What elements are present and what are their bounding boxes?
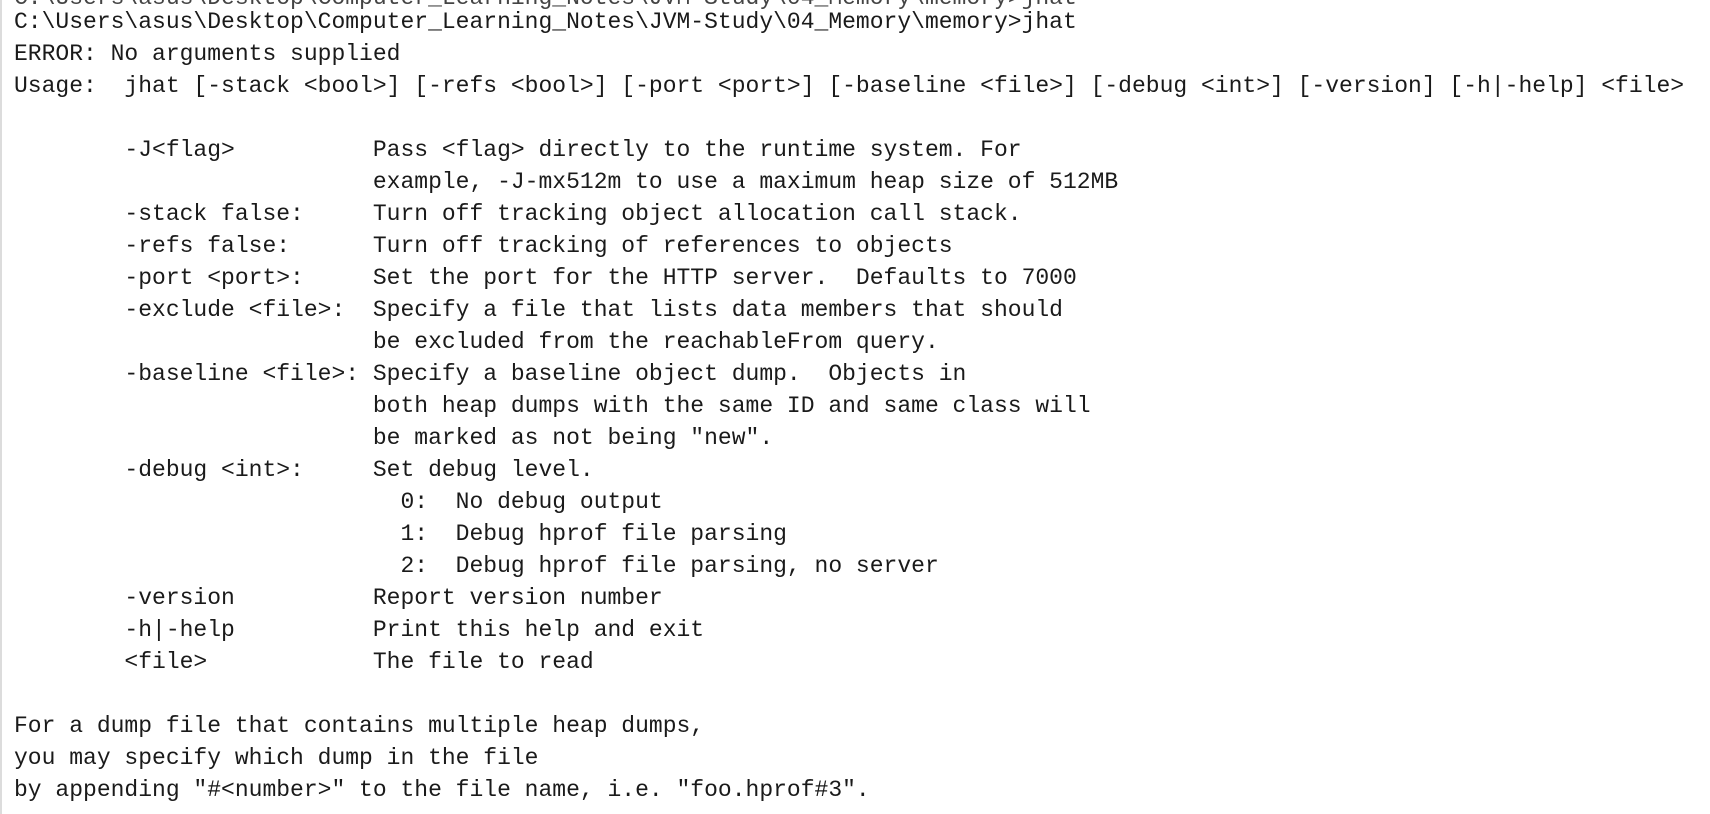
help-line-port: -port <port>: Set the port for the HTTP … bbox=[14, 265, 1077, 291]
debug-level-0: 0: No debug output bbox=[14, 489, 663, 515]
help-line-baseline-note: be marked as not being "new". bbox=[14, 425, 774, 451]
command-line: C:\Users\asus\Desktop\Computer_Learning_… bbox=[14, 9, 1077, 35]
help-line-file: <file> The file to read bbox=[14, 649, 594, 675]
usage-line: Usage: jhat [-stack <bool>] [-refs <bool… bbox=[14, 73, 1685, 99]
help-line-j-flag-example: example, -J-mx512m to use a maximum heap… bbox=[14, 169, 1119, 195]
help-line-exclude-continuation: be excluded from the reachableFrom query… bbox=[14, 329, 939, 355]
terminal-output: C:\Users\asus\Desktop\Computer_Learning_… bbox=[0, 0, 1710, 814]
dump-note-line-2: you may specify which dump in the file bbox=[14, 745, 539, 771]
help-line-debug: -debug <int>: Set debug level. bbox=[14, 457, 594, 483]
error-line: ERROR: No arguments supplied bbox=[14, 41, 401, 67]
help-line-stack: -stack false: Turn off tracking object a… bbox=[14, 201, 1022, 227]
help-line-j-flag: -J<flag> Pass <flag> directly to the run… bbox=[14, 137, 1022, 163]
debug-level-1: 1: Debug hprof file parsing bbox=[14, 521, 787, 547]
help-line-version: -version Report version number bbox=[14, 585, 663, 611]
help-line-baseline: -baseline <file>: Specify a baseline obj… bbox=[14, 361, 967, 387]
help-line-exclude: -exclude <file>: Specify a file that lis… bbox=[14, 297, 1063, 323]
debug-level-2: 2: Debug hprof file parsing, no server bbox=[14, 553, 939, 579]
help-line-refs: -refs false: Turn off tracking of refere… bbox=[14, 233, 953, 259]
dump-note-line-3: by appending "#<number>" to the file nam… bbox=[14, 777, 870, 803]
dump-note-line-1: For a dump file that contains multiple h… bbox=[14, 713, 705, 739]
help-line-baseline-continuation: both heap dumps with the same ID and sam… bbox=[14, 393, 1091, 419]
help-line-help: -h|-help Print this help and exit bbox=[14, 617, 705, 643]
